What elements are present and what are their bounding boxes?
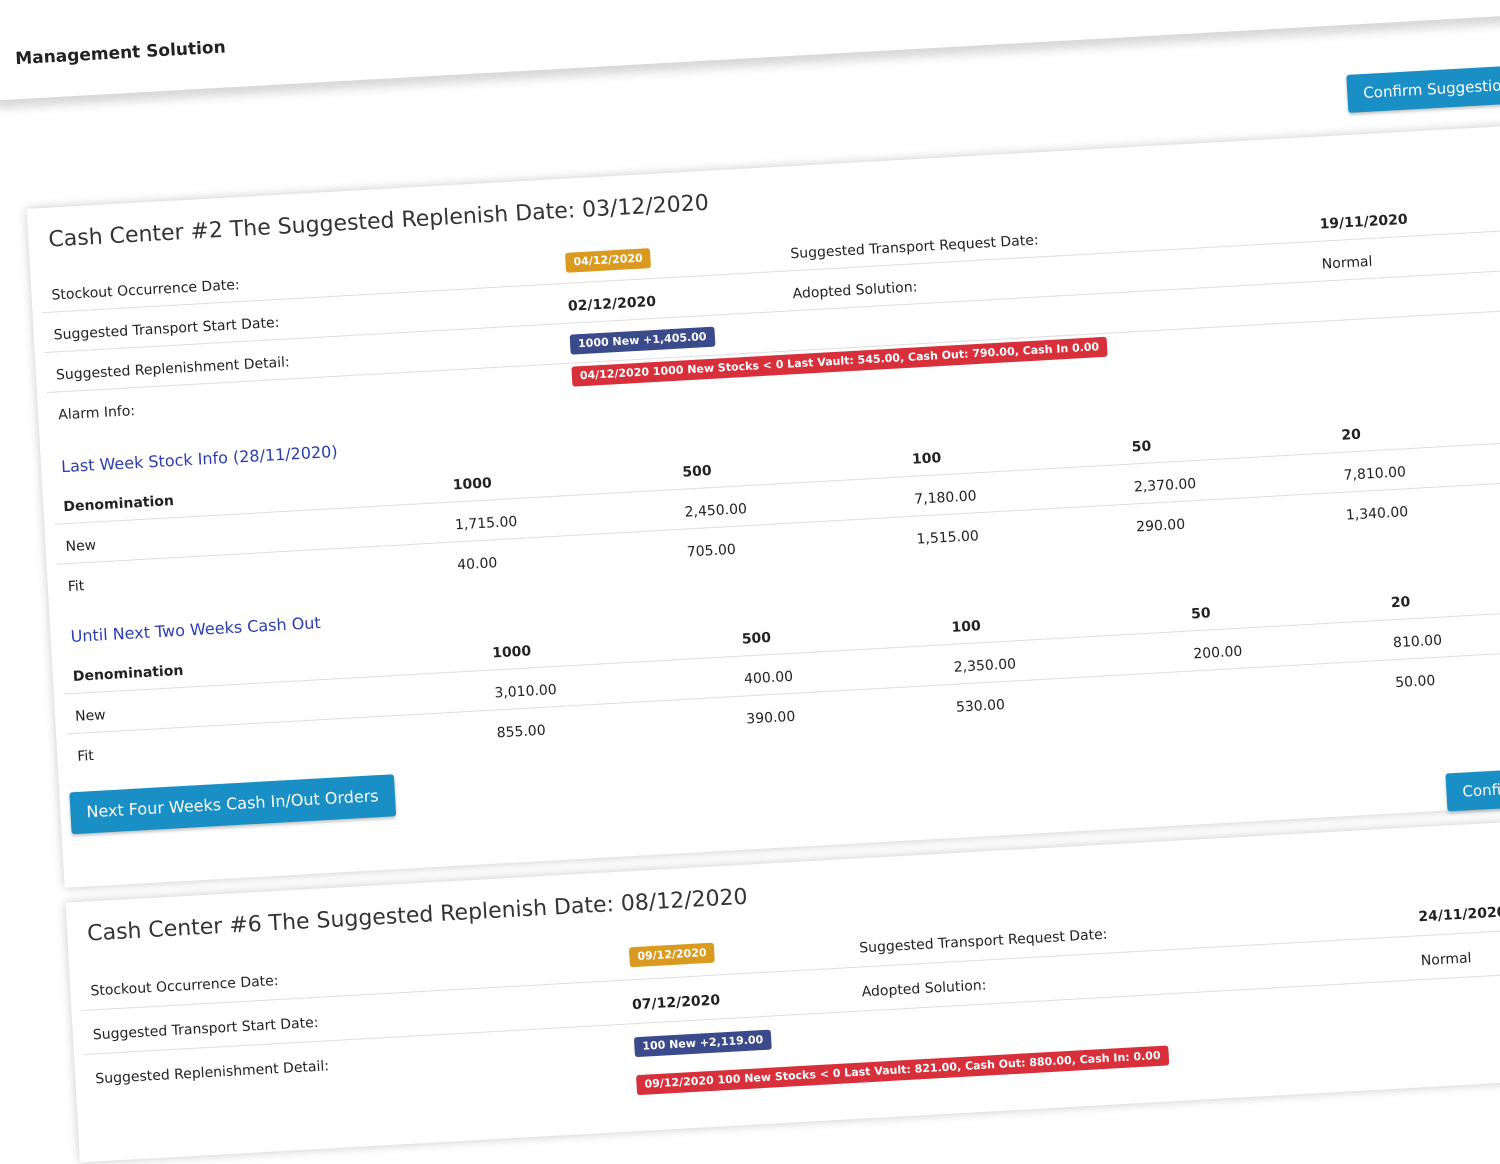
denomination-header: Denomination — [72, 662, 184, 685]
cash-center-card-2: Cash Center #2 The Suggested Replenish D… — [26, 121, 1500, 888]
stock-fit-cell: 1,515.00 — [916, 528, 980, 548]
alarm-label: Alarm Info: — [57, 403, 136, 424]
adopted-solution-value: Normal — [1321, 253, 1373, 273]
page: Management Solution Confirm Suggestion C… — [0, 0, 1500, 1163]
row-divider — [81, 924, 1500, 1012]
cashout-new-cell: 3,010.00 — [494, 682, 558, 702]
stockout-label: Stockout Occurrence Date: — [51, 277, 241, 304]
replenishment-detail-label: Suggested Replenishment Detail: — [55, 354, 291, 384]
confirm-suggestion-button-2[interactable]: Confirm Su — [1445, 767, 1500, 812]
denom-header: 50 — [1131, 438, 1152, 456]
denomination-header: Denomination — [62, 493, 175, 516]
next-four-weeks-orders-button[interactable]: Next Four Weeks Cash In/Out Orders — [69, 774, 396, 835]
denom-header: 20 — [1390, 594, 1411, 612]
cashout-new-cell: 2,350.00 — [953, 656, 1017, 676]
adopted-solution-value: Normal — [1420, 950, 1472, 970]
stockout-label: Stockout Occurrence Date: — [90, 972, 279, 1000]
confirm-suggestion-button[interactable]: Confirm Suggestion — [1346, 64, 1500, 113]
denom-header: 500 — [741, 629, 772, 648]
denom-header: 500 — [682, 463, 713, 481]
cashout-new-cell: 200.00 — [1192, 643, 1243, 663]
cash-center-title: Cash Center #6 The Suggested Replenish D… — [86, 884, 749, 947]
transport-request-label: Suggested Transport Request Date: — [858, 926, 1108, 957]
transport-start-value: 02/12/2020 — [567, 293, 657, 315]
stock-new-cell: 1,715.00 — [454, 513, 518, 534]
stock-fit-cell: 290.00 — [1135, 516, 1186, 536]
new-row-label: New — [65, 537, 97, 556]
cashout-fit-cell: 855.00 — [496, 722, 547, 742]
stockout-date-badge: 04/12/2020 — [564, 248, 652, 273]
cashout-new-cell: 400.00 — [743, 668, 794, 688]
stock-fit-cell: 705.00 — [686, 541, 737, 561]
replenishment-detail-badge: 1000 New +1,405.00 — [569, 326, 716, 355]
fit-row-label: Fit — [76, 747, 95, 765]
app-title: Management Solution — [14, 37, 227, 70]
transport-request-value: 19/11/2020 — [1319, 211, 1409, 233]
cashout-fit-cell: 50.00 — [1394, 672, 1436, 692]
row-divider — [56, 478, 1500, 565]
denom-header: 20 — [1340, 426, 1362, 444]
cashout-new-cell: 810.00 — [1392, 632, 1443, 652]
stock-new-cell: 2,450.00 — [684, 501, 748, 521]
stock-fit-cell: 1,340.00 — [1345, 504, 1409, 524]
stock-new-cell: 7,180.00 — [913, 488, 978, 508]
stock-fit-cell: 40.00 — [456, 555, 498, 574]
stock-new-cell: 7,810.00 — [1343, 464, 1407, 484]
transport-start-label: Suggested Transport Start Date: — [53, 314, 280, 344]
cash-out-title[interactable]: Until Next Two Weeks Cash Out — [70, 613, 321, 646]
adopted-solution-label: Adopted Solution: — [792, 279, 918, 303]
transport-start-value: 07/12/2020 — [631, 992, 721, 1014]
new-row-label: New — [74, 707, 107, 725]
transport-start-label: Suggested Transport Start Date: — [92, 1014, 319, 1044]
app-header: Management Solution — [0, 0, 1500, 101]
stockout-date-badge: 09/12/2020 — [628, 942, 716, 968]
alarm-info-badge: 09/12/2020 100 New Stocks < 0 Last Vault… — [636, 1045, 1170, 1096]
stock-new-cell: 2,370.00 — [1133, 475, 1197, 496]
replenishment-detail-badge: 100 New +2,119.00 — [633, 1029, 772, 1058]
adopted-solution-label: Adopted Solution: — [861, 977, 987, 1001]
last-week-stock-title[interactable]: Last Week Stock Info (28/11/2020) — [61, 442, 338, 476]
row-divider — [44, 266, 1500, 354]
cashout-fit-cell: 390.00 — [745, 708, 796, 728]
denom-header: 1000 — [452, 475, 493, 494]
transport-request-value: 24/11/2020 — [1417, 904, 1500, 926]
denom-header: 50 — [1190, 605, 1212, 623]
row-divider — [83, 968, 1500, 1055]
cashout-fit-cell: 530.00 — [955, 697, 1006, 716]
fit-row-label: Fit — [67, 578, 85, 596]
denom-header: 100 — [951, 618, 982, 636]
denom-header: 100 — [911, 450, 942, 468]
denom-header: 1000 — [491, 643, 532, 662]
cash-center-title: Cash Center #2 The Suggested Replenish D… — [47, 190, 710, 253]
replenishment-detail-label: Suggested Replenishment Detail: — [94, 1058, 330, 1088]
